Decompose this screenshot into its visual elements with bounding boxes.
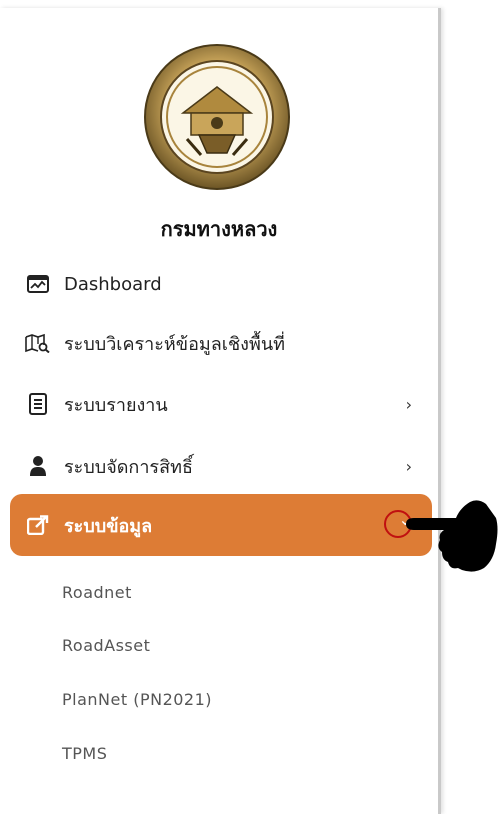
menu-label-data-system: ระบบข้อมูล (64, 515, 153, 537)
menu-label-permissions: ระบบจัดการสิทธิ์ (64, 456, 193, 478)
map-search-icon (24, 333, 52, 353)
menu-item-dashboard[interactable]: Dashboard (10, 256, 432, 312)
submenu-item-plannet[interactable]: PlanNet (PN2021) (62, 690, 212, 709)
menu-label-reports: ระบบรายงาน (64, 394, 168, 416)
submenu-item-roadnet[interactable]: Roadnet (62, 583, 132, 602)
menu-item-data-system[interactable]: ระบบข้อมูล ⌄ (10, 494, 432, 556)
external-link-icon (24, 515, 52, 535)
report-document-icon (24, 393, 52, 415)
menu-label-spatial-analysis: ระบบวิเคราะห์ข้อมูลเชิงพื้นที่ (64, 333, 286, 355)
menu-item-permissions[interactable]: ระบบจัดการสิทธิ์ › (10, 438, 432, 494)
organization-name: กรมทางหลวง (160, 217, 278, 241)
sidebar: กรมทางหลวง Dashboard ระบบวิเคราะห์ข้อมูล… (0, 8, 441, 814)
user-icon (24, 455, 52, 477)
submenu-item-tpms[interactable]: TPMS (62, 744, 107, 763)
department-of-highways-logo (144, 44, 290, 190)
menu-item-spatial-analysis[interactable]: ระบบวิเคราะห์ข้อมูลเชิงพื้นที่ (10, 315, 432, 371)
pointing-hand-icon (406, 500, 498, 572)
chevron-right-icon[interactable]: › (406, 457, 412, 476)
menu-label-dashboard: Dashboard (64, 273, 162, 295)
chevron-right-icon[interactable]: › (406, 395, 412, 414)
menu-item-reports[interactable]: ระบบรายงาน › (10, 376, 432, 432)
submenu-item-roadasset[interactable]: RoadAsset (62, 636, 150, 655)
dashboard-chart-icon (24, 275, 52, 293)
